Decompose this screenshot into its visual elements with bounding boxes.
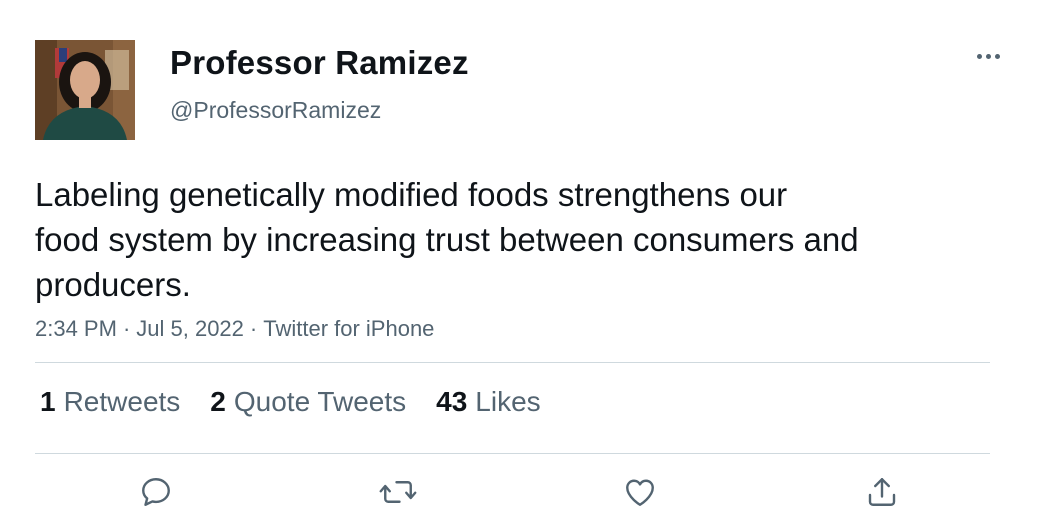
like-icon bbox=[626, 479, 654, 506]
divider bbox=[35, 453, 990, 454]
likes-count: 43 bbox=[436, 386, 468, 417]
share-icon bbox=[868, 478, 896, 506]
meta-separator: · bbox=[122, 316, 131, 341]
likes-stat[interactable]: 43 Likes bbox=[436, 386, 541, 418]
divider bbox=[35, 362, 990, 363]
engagement-stats: 1 Retweets 2 Quote Tweets 43 Likes bbox=[40, 386, 541, 418]
user-handle[interactable]: @ProfessorRamizez bbox=[170, 97, 381, 124]
more-dot-icon bbox=[994, 53, 1000, 59]
retweets-label: Retweets bbox=[63, 386, 181, 417]
tweet-text: Labeling genetically modified foods stre… bbox=[35, 172, 995, 307]
meta-separator: · bbox=[249, 316, 258, 341]
tweet-text-line: Labeling genetically modified foods stre… bbox=[35, 176, 788, 213]
tweet-text-line: food system by increasing trust between … bbox=[35, 221, 859, 258]
display-name[interactable]: Professor Ramizez bbox=[170, 44, 469, 82]
more-dot-icon bbox=[985, 53, 991, 59]
tweet-time[interactable]: 2:34 PM bbox=[35, 316, 117, 341]
action-bar bbox=[0, 470, 1050, 520]
quote-tweets-stat[interactable]: 2 Quote Tweets bbox=[210, 386, 406, 418]
retweet-button[interactable] bbox=[376, 470, 420, 514]
retweets-count: 1 bbox=[40, 386, 56, 417]
avatar[interactable] bbox=[35, 40, 135, 140]
tweet-text-line: producers. bbox=[35, 266, 191, 303]
profile-photo bbox=[35, 40, 135, 140]
quote-tweets-label: Quote Tweets bbox=[233, 386, 407, 417]
retweet-icon bbox=[379, 481, 417, 503]
quote-tweets-count: 2 bbox=[210, 386, 226, 417]
reply-icon bbox=[142, 478, 170, 506]
tweet-date[interactable]: Jul 5, 2022 bbox=[136, 316, 244, 341]
share-button[interactable] bbox=[860, 470, 904, 514]
more-dot-icon bbox=[976, 53, 982, 59]
tweet-metadata: 2:34 PM · Jul 5, 2022 · Twitter for iPhone bbox=[35, 316, 434, 342]
tweet-source[interactable]: Twitter for iPhone bbox=[263, 316, 434, 341]
likes-label: Likes bbox=[475, 386, 541, 417]
like-button[interactable] bbox=[618, 470, 662, 514]
retweets-stat[interactable]: 1 Retweets bbox=[40, 386, 180, 418]
more-options-button[interactable] bbox=[968, 42, 1008, 70]
tweet-card: Professor Ramizez @ProfessorRamizez Labe… bbox=[0, 0, 1050, 525]
reply-button[interactable] bbox=[134, 470, 178, 514]
